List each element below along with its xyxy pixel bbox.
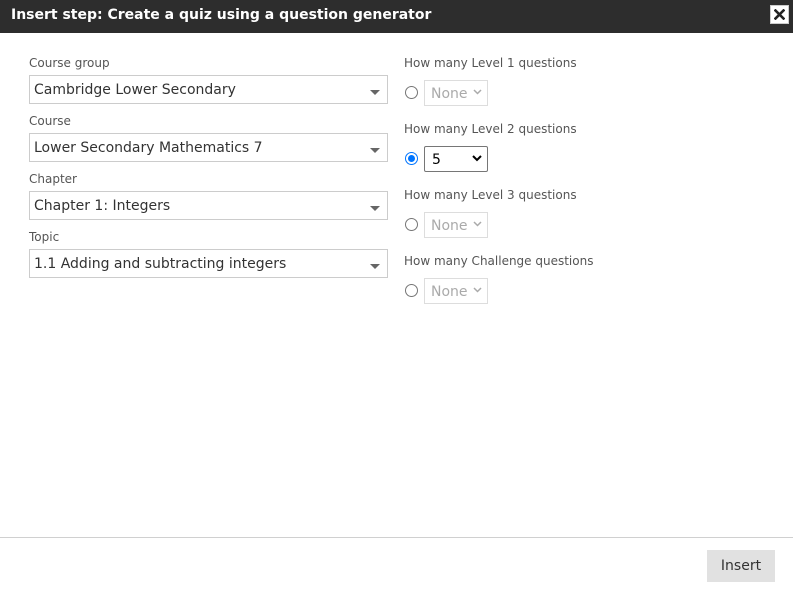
level-2-radio[interactable] — [405, 152, 418, 165]
chapter-select[interactable]: Chapter 1: Integers — [29, 191, 388, 220]
chevron-down-icon — [473, 89, 482, 95]
challenge-select[interactable]: None — [424, 278, 488, 304]
challenge-radio[interactable] — [405, 284, 418, 297]
level-3-radio[interactable] — [405, 218, 418, 231]
level-3-select[interactable]: None — [424, 212, 488, 238]
dropdown-caret-icon — [370, 90, 380, 95]
level-2-label: How many Level 2 questions — [404, 122, 577, 136]
course-label: Course — [29, 114, 71, 128]
course-value: Lower Secondary Mathematics 7 — [34, 140, 263, 156]
insert-button[interactable]: Insert — [707, 550, 775, 582]
dropdown-caret-icon — [370, 148, 380, 153]
level-1-label: How many Level 1 questions — [404, 56, 577, 70]
challenge-label: How many Challenge questions — [404, 254, 594, 268]
course-group-label: Course group — [29, 56, 110, 70]
dropdown-caret-icon — [370, 206, 380, 211]
topic-label: Topic — [29, 230, 60, 244]
course-select[interactable]: Lower Secondary Mathematics 7 — [29, 133, 388, 162]
dialog-titlebar: Insert step: Create a quiz using a quest… — [0, 0, 793, 33]
chapter-value: Chapter 1: Integers — [34, 198, 171, 214]
chevron-down-icon — [472, 155, 482, 162]
level-2-select[interactable]: 5 — [424, 146, 488, 172]
close-icon — [774, 9, 785, 20]
chevron-down-icon — [473, 287, 482, 293]
level-3-label: How many Level 3 questions — [404, 188, 577, 202]
level-1-value: None — [431, 86, 468, 102]
challenge-value: None — [431, 284, 468, 300]
level-3-value: None — [431, 218, 468, 234]
level-1-radio[interactable] — [405, 86, 418, 99]
topic-value: 1.1 Adding and subtracting integers — [34, 256, 287, 272]
course-group-value: Cambridge Lower Secondary — [34, 82, 236, 98]
dialog-title: Insert step: Create a quiz using a quest… — [11, 7, 432, 23]
close-button[interactable] — [770, 5, 789, 24]
chevron-down-icon — [473, 221, 482, 227]
chapter-label: Chapter — [29, 172, 77, 186]
level-1-select[interactable]: None — [424, 80, 488, 106]
footer-divider — [0, 537, 793, 538]
dropdown-caret-icon — [370, 264, 380, 269]
course-group-select[interactable]: Cambridge Lower Secondary — [29, 75, 388, 104]
level-2-value: 5 — [432, 152, 441, 168]
insert-step-dialog: Insert step: Create a quiz using a quest… — [0, 0, 793, 594]
topic-select[interactable]: 1.1 Adding and subtracting integers — [29, 249, 388, 278]
